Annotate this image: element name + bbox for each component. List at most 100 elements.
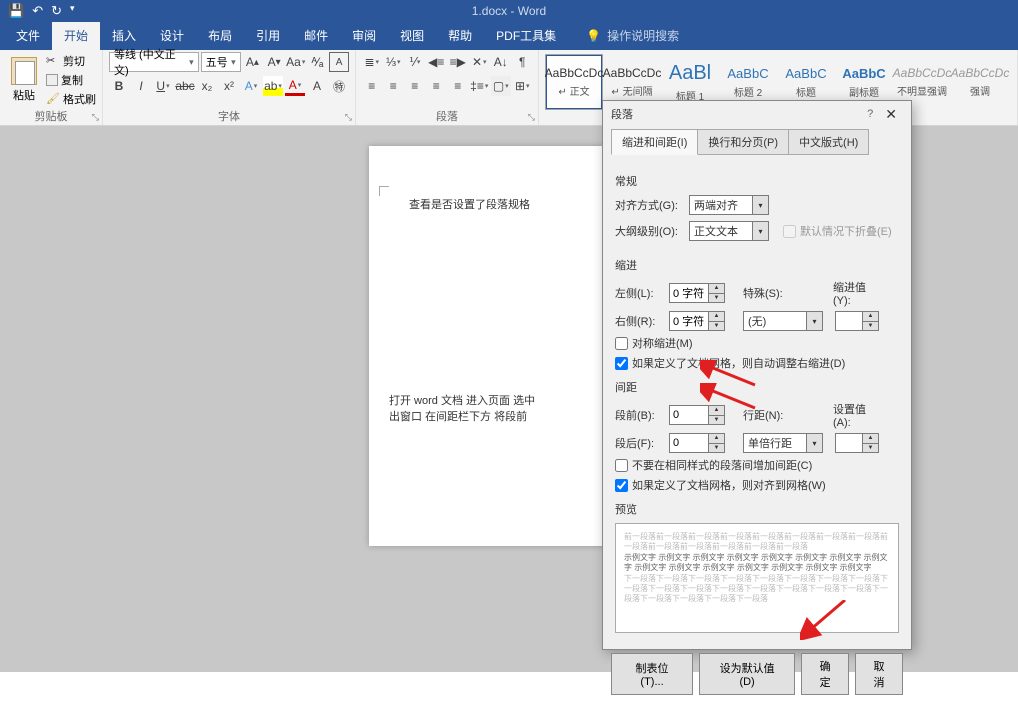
subscript-button[interactable]: x₂ <box>197 76 217 96</box>
indent-left-label: 左侧(L): <box>615 285 663 301</box>
shrink-font-button[interactable]: A▾ <box>264 52 284 72</box>
align-right-button[interactable]: ≡ <box>405 76 425 96</box>
tab-help[interactable]: 帮助 <box>436 21 484 50</box>
align-left-button[interactable]: ≡ <box>362 76 382 96</box>
char-border-button[interactable]: A <box>329 52 349 72</box>
at-label: 设置值(A): <box>833 401 881 429</box>
char-shading-button[interactable]: A <box>307 76 327 96</box>
dialog-help-icon[interactable]: ? <box>861 108 879 120</box>
clipboard-launcher-icon[interactable]: ⤡ <box>92 112 99 123</box>
by-label: 缩进值(Y): <box>833 279 881 307</box>
set-default-button[interactable]: 设为默认值(D) <box>699 653 795 695</box>
indent-right-spinner[interactable]: ▲▼ <box>669 311 725 331</box>
style-item-7[interactable]: AaBbCcDc强调 <box>951 54 1009 110</box>
save-icon[interactable]: 💾 <box>8 3 24 19</box>
show-marks-button[interactable]: ¶ <box>513 52 533 72</box>
outline-combo[interactable]: 正文文本▾ <box>689 221 769 241</box>
style-item-0[interactable]: AaBbCcDc↵ 正文 <box>545 54 603 110</box>
redo-icon[interactable]: ↻ <box>51 3 62 19</box>
format-painter-button[interactable]: 🖌格式刷 <box>46 91 96 107</box>
line-spacing-combo[interactable]: 单倍行距▾ <box>743 433 823 453</box>
distributed-button[interactable]: ≡ <box>448 76 468 96</box>
qat-dropdown-icon[interactable]: ▾ <box>70 3 75 19</box>
dialog-close-icon[interactable]: ✕ <box>879 106 903 123</box>
phonetic-button[interactable]: ᴬ⁄ₐ <box>308 52 328 72</box>
outline-label: 大纲级别(O): <box>615 223 683 239</box>
underline-button[interactable]: U▾ <box>153 76 173 96</box>
mirror-checkbox[interactable] <box>615 337 628 350</box>
no-space-same-checkbox[interactable] <box>615 459 628 472</box>
numbering-button[interactable]: ⅓▾ <box>384 52 404 72</box>
line-spacing-button[interactable]: ‡≡▾ <box>470 76 490 96</box>
special-combo[interactable]: (无)▾ <box>743 311 823 331</box>
borders-button[interactable]: ⊞▾ <box>513 76 533 96</box>
window-title: 1.docx - Word <box>472 4 546 18</box>
tab-home[interactable]: 开始 <box>52 21 100 50</box>
tab-references[interactable]: 引用 <box>244 21 292 50</box>
section-general: 常规 <box>615 173 899 189</box>
grid-indent-checkbox[interactable] <box>615 357 628 370</box>
copy-button[interactable]: 复制 <box>46 72 96 88</box>
dialog-tab-breaks[interactable]: 换行和分页(P) <box>697 129 789 155</box>
align-center-button[interactable]: ≡ <box>384 76 404 96</box>
highlight-button[interactable]: ab▾ <box>263 76 283 96</box>
asian-layout-button[interactable]: ✕▾ <box>470 52 490 72</box>
font-size-combo[interactable]: 五号▾ <box>201 52 241 72</box>
sort-button[interactable]: A↓ <box>491 52 511 72</box>
dialog-tab-indent[interactable]: 缩进和间距(I) <box>611 129 698 155</box>
enclose-char-button[interactable]: ㊕ <box>329 76 349 96</box>
tab-file[interactable]: 文件 <box>4 21 52 50</box>
copy-icon <box>46 74 58 86</box>
at-spinner[interactable]: ▲▼ <box>835 433 879 453</box>
tab-view[interactable]: 视图 <box>388 21 436 50</box>
group-paragraph-label: 段落 <box>356 108 538 124</box>
indent-left-spinner[interactable]: ▲▼ <box>669 283 725 303</box>
shading-button[interactable]: ▢▾ <box>491 76 511 96</box>
tab-review[interactable]: 审阅 <box>340 21 388 50</box>
scissors-icon: ✂ <box>46 54 60 68</box>
tabs-button[interactable]: 制表位(T)... <box>611 653 693 695</box>
cut-button[interactable]: ✂剪切 <box>46 53 96 69</box>
before-spinner[interactable]: ▲▼ <box>669 405 725 425</box>
multilevel-button[interactable]: ⅟▾ <box>405 52 425 72</box>
tab-pdf[interactable]: PDF工具集 <box>484 21 568 50</box>
collapse-checkbox[interactable] <box>783 225 796 238</box>
collapse-label: 默认情况下折叠(E) <box>800 223 892 239</box>
undo-icon[interactable]: ↶ <box>32 3 43 19</box>
after-spinner[interactable]: ▲▼ <box>669 433 725 453</box>
dialog-title-text: 段落 <box>611 106 861 122</box>
change-case-button[interactable]: Aa▾ <box>286 52 306 72</box>
font-color-button[interactable]: A▾ <box>285 76 305 96</box>
justify-button[interactable]: ≡ <box>427 76 447 96</box>
cancel-button[interactable]: 取消 <box>855 653 903 695</box>
bullets-button[interactable]: ≣▾ <box>362 52 382 72</box>
before-label: 段前(B): <box>615 407 663 423</box>
section-spacing: 间距 <box>615 379 899 395</box>
alignment-combo[interactable]: 两端对齐▾ <box>689 195 769 215</box>
superscript-button[interactable]: x² <box>219 76 239 96</box>
increase-indent-button[interactable]: ≡▶ <box>448 52 468 72</box>
dialog-titlebar[interactable]: 段落 ? ✕ <box>603 101 911 127</box>
tab-layout[interactable]: 布局 <box>196 21 244 50</box>
ok-button[interactable]: 确定 <box>801 653 849 695</box>
tell-me-search[interactable]: 💡 操作说明搜索 <box>580 21 685 50</box>
group-clipboard-label: 剪贴板 <box>0 108 102 124</box>
paragraph-launcher-icon[interactable]: ⤡ <box>528 112 535 123</box>
bold-button[interactable]: B <box>109 76 129 96</box>
italic-button[interactable]: I <box>131 76 151 96</box>
dialog-tab-asian[interactable]: 中文版式(H) <box>788 129 869 155</box>
paste-button[interactable]: 粘贴 <box>6 52 42 108</box>
group-paragraph: ≣▾ ⅓▾ ⅟▾ ◀≡ ≡▶ ✕▾ A↓ ¶ ≡ ≡ ≡ ≡ ≡ ‡≡▾ ▢▾ … <box>356 50 539 125</box>
grow-font-button[interactable]: A▴ <box>243 52 263 72</box>
font-family-combo[interactable]: 等线 (中文正文)▾ <box>109 52 199 72</box>
strikethrough-button[interactable]: abc <box>175 76 195 96</box>
decrease-indent-button[interactable]: ◀≡ <box>427 52 447 72</box>
text-effects-button[interactable]: A▾ <box>241 76 261 96</box>
by-spinner[interactable]: ▲▼ <box>835 311 879 331</box>
tab-mailings[interactable]: 邮件 <box>292 21 340 50</box>
indent-right-label: 右侧(R): <box>615 313 663 329</box>
snap-grid-checkbox[interactable] <box>615 479 628 492</box>
font-launcher-icon[interactable]: ⤡ <box>345 112 352 123</box>
margin-marker-icon <box>379 186 389 196</box>
doc-text-1: 查看是否设置了段落规格 <box>409 196 629 212</box>
